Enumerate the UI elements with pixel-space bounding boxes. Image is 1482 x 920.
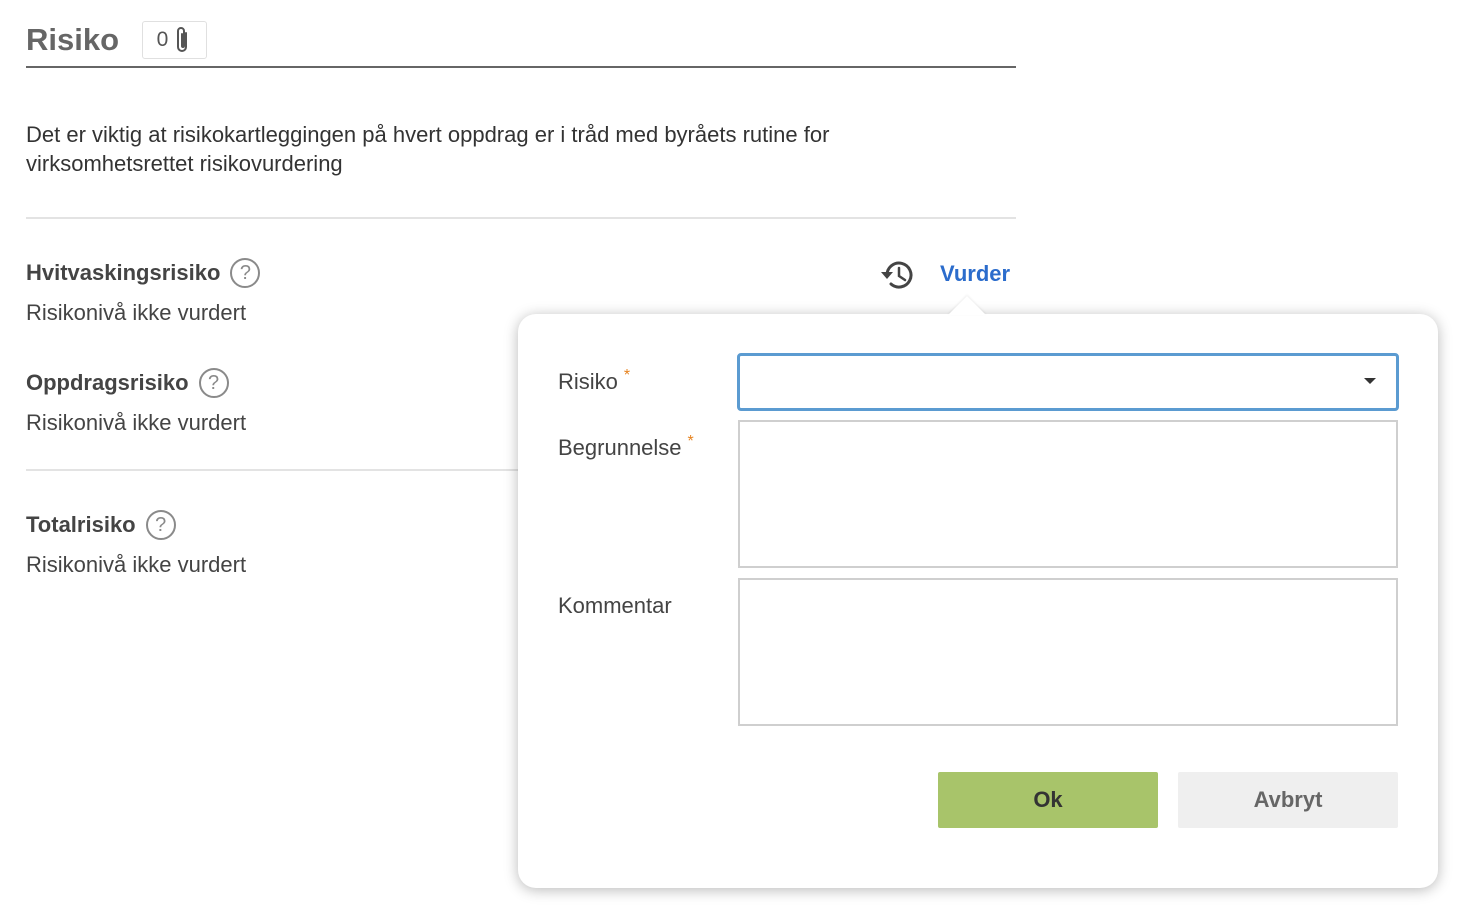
attachment-count: 0 bbox=[156, 28, 169, 51]
popover-arrow bbox=[948, 296, 986, 315]
required-marker: * bbox=[687, 433, 694, 450]
assessment-popover: Risiko * Begrunnelse * Kommentar Ok Avbryt bbox=[518, 314, 1438, 888]
paperclip-icon bbox=[177, 27, 188, 52]
vurder-link[interactable]: Vurder bbox=[940, 261, 1010, 287]
risiko-select[interactable] bbox=[737, 353, 1399, 411]
history-icon[interactable] bbox=[878, 256, 918, 294]
caret-down-icon bbox=[1364, 378, 1376, 384]
risk-title-total: Totalrisiko ? bbox=[26, 510, 176, 540]
ok-button[interactable]: Ok bbox=[938, 772, 1158, 828]
question-circle-icon[interactable]: ? bbox=[145, 510, 176, 540]
section-header: Risiko 0 bbox=[26, 18, 1016, 68]
begrunnelse-field-label: Begrunnelse * bbox=[558, 433, 694, 461]
intro-text: Det er viktig at risikokartleggingen på … bbox=[26, 122, 830, 176]
risk-status-hvitvasking: Risikonivå ikke vurdert bbox=[26, 300, 247, 325]
section-title: Risiko bbox=[26, 22, 120, 57]
question-circle-icon[interactable]: ? bbox=[198, 368, 229, 398]
cancel-button[interactable]: Avbryt bbox=[1178, 772, 1398, 828]
risk-title-label: Totalrisiko bbox=[26, 512, 136, 537]
kommentar-textarea[interactable] bbox=[738, 578, 1398, 726]
required-marker: * bbox=[623, 367, 631, 384]
risk-title-hvitvasking: Hvitvaskingsrisiko ? bbox=[26, 258, 261, 288]
begrunnelse-textarea[interactable] bbox=[738, 420, 1398, 568]
begrunnelse-label-text: Begrunnelse bbox=[558, 435, 682, 460]
risk-title-label: Oppdragsrisiko bbox=[26, 370, 189, 395]
attachment-badge[interactable]: 0 bbox=[142, 21, 207, 59]
risk-status-total: Risikonivå ikke vurdert bbox=[26, 552, 247, 577]
risiko-field-label: Risiko * bbox=[558, 367, 631, 395]
kommentar-field-label: Kommentar bbox=[558, 593, 672, 618]
risiko-label-text: Risiko bbox=[558, 369, 618, 394]
risk-title-oppdrag: Oppdragsrisiko ? bbox=[26, 368, 229, 398]
question-circle-icon[interactable]: ? bbox=[230, 258, 261, 288]
divider-top bbox=[26, 217, 1016, 219]
divider-middle bbox=[26, 469, 526, 471]
risk-title-label: Hvitvaskingsrisiko bbox=[26, 260, 221, 285]
risk-status-oppdrag: Risikonivå ikke vurdert bbox=[26, 410, 247, 435]
